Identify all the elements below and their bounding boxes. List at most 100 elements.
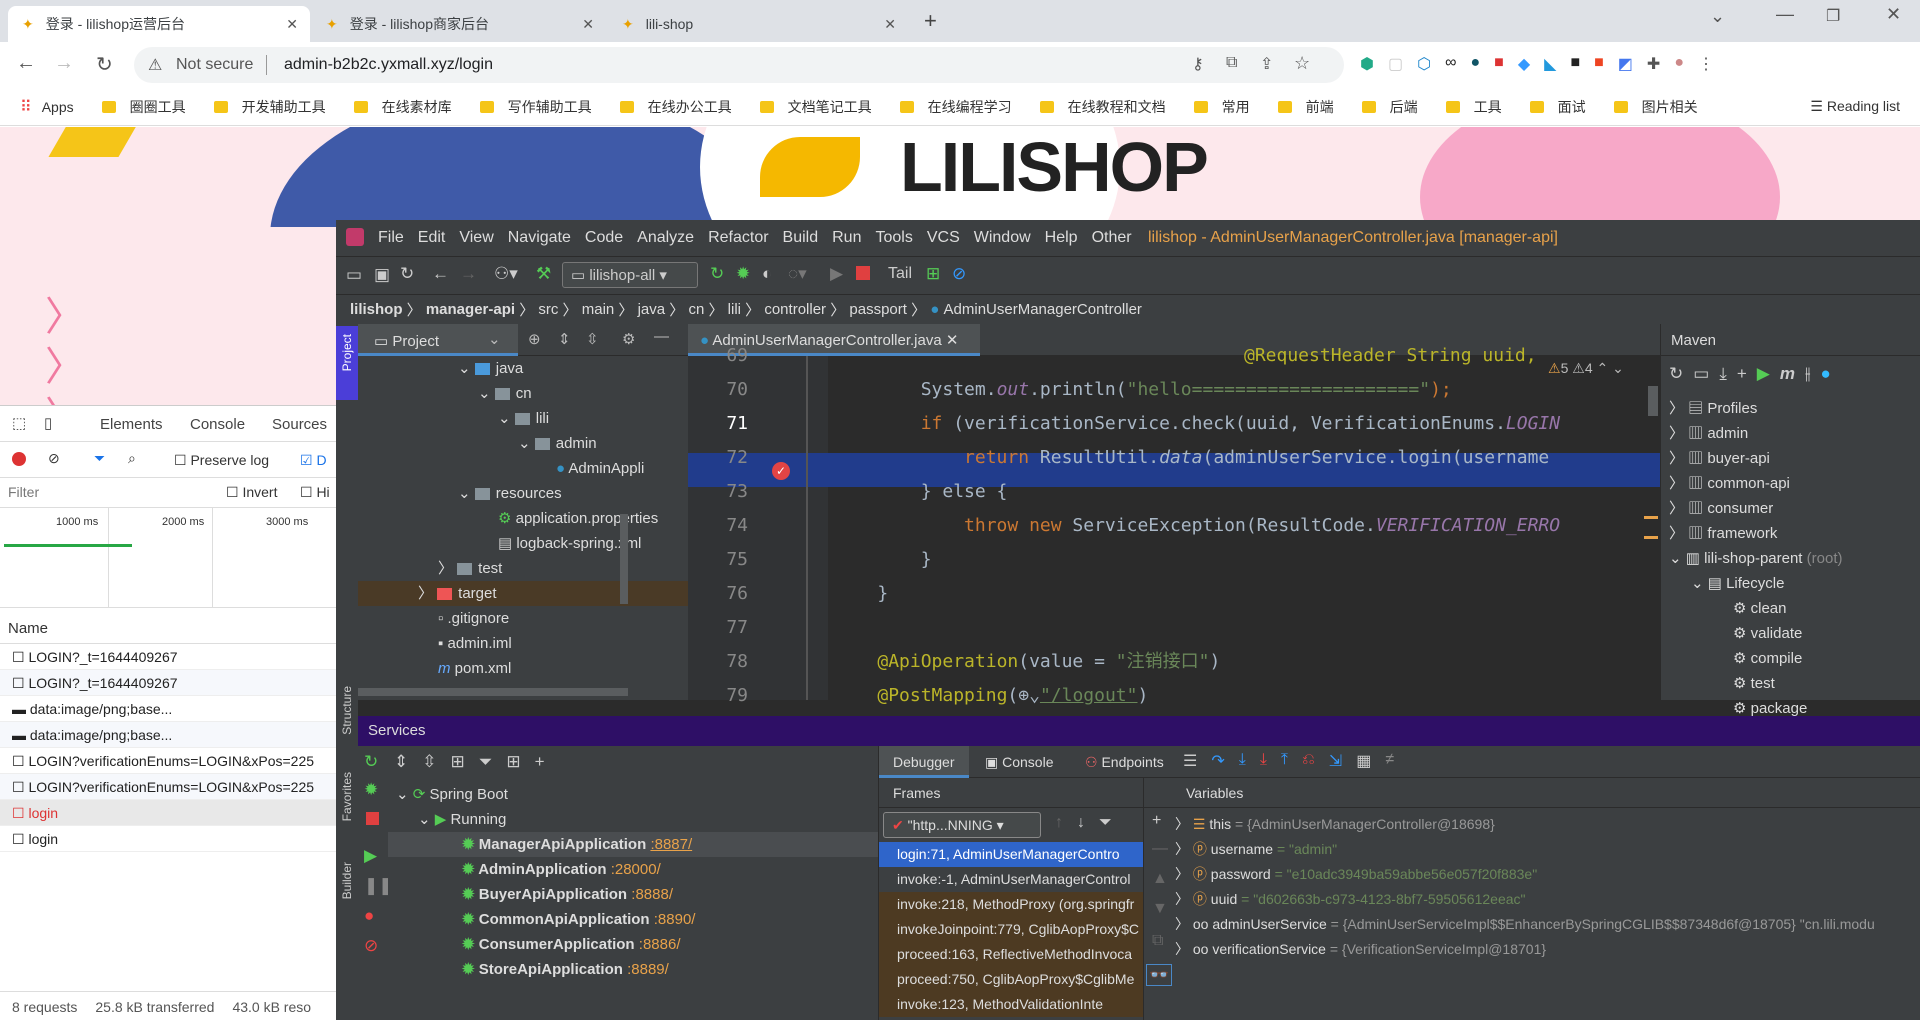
browser-tab[interactable]: ✦ 登录 - lilishop商家后台 ✕ [312,6,606,42]
tree-node[interactable]: ⚙ application.properties [358,506,688,531]
bookmark-folder[interactable]: 在线素材库 [353,97,452,117]
request-row[interactable]: ☐ LOGIN?verificationEnums=LOGIN&xPos=225 [0,748,336,774]
request-row[interactable]: ▬ data:image/png;base... [0,722,336,748]
translate-icon[interactable]: ⧉ [1226,54,1237,72]
bookmark-folder[interactable]: 圈圈工具 [101,97,186,117]
frame-row[interactable]: invoke:123, MethodValidationInte [879,992,1143,1017]
menu-navigate[interactable]: Navigate [508,229,571,247]
tab-sources[interactable]: Sources [272,416,327,433]
drop-frame-icon[interactable]: ⎌ [1302,751,1315,771]
profile-icon[interactable]: ◌▾ [788,264,807,284]
browser-tab[interactable]: ✦ 登录 - lilishop运营后台 ✕ [8,6,310,42]
service-app[interactable]: ✹ CommonApiApplication :8890/ [388,907,878,932]
maven-goal[interactable]: ⚙ validate [1661,621,1920,646]
run-config-select[interactable]: ▭ lilishop-all ▾ [562,262,698,288]
collapse-icon[interactable]: ⇳ [422,752,436,772]
crumb[interactable]: AdminUserManagerController [944,301,1142,318]
locate-icon[interactable]: ⊕ [528,330,541,348]
frame-row[interactable]: invoke:218, MethodProxy (org.springfr [879,892,1143,917]
service-app[interactable]: ✹ ManagerApiApplication :8887/ [388,832,878,857]
vcs-icon[interactable]: ⚇▾ [494,264,518,284]
preserve-log[interactable]: ☐ Preserve log [174,452,269,469]
toggle-icon[interactable]: ⫲ [1805,364,1811,384]
group-icon[interactable]: ⊞ [451,752,465,772]
maven-goal[interactable]: ⚙ compile [1661,646,1920,671]
scrollbar[interactable] [1648,386,1658,416]
request-row[interactable]: ☐ LOGIN?_t=1644409267 [0,644,336,670]
tab-console[interactable]: ▣ Console [985,754,1054,771]
frame-row[interactable]: proceed:163, ReflectiveMethodInvoca [879,942,1143,967]
extension-icon[interactable]: ◩ [1618,54,1633,74]
menu-code[interactable]: Code [585,229,623,247]
forward-icon[interactable]: → [54,52,74,75]
sync-icon[interactable]: ↻ [400,264,414,284]
collapse-icon[interactable]: ⇳ [586,330,599,348]
record-icon[interactable] [12,452,26,466]
reload-icon[interactable]: ↻ [1669,364,1683,384]
service-app[interactable]: ✹ AdminApplication :28000/ [388,857,878,882]
gear-icon[interactable]: ⚙ [622,330,635,348]
globe-icon[interactable]: ⊕⌄ [1018,685,1040,706]
extension-icon[interactable]: ● [1470,54,1480,74]
disable-cache-checkbox[interactable]: ☑ D [300,452,327,469]
browser-tab[interactable]: ✦ lili-shop ✕ [608,6,908,42]
favorites-tool-button[interactable]: Favorites [340,772,354,821]
menu-file[interactable]: File [378,229,404,247]
reading-list[interactable]: ☰ Reading list [1810,98,1900,115]
maven-node[interactable]: ⌄ ▥ lili-shop-parent (root) [1661,546,1920,571]
port-link[interactable]: :8888/ [631,886,673,903]
name-column-header[interactable]: Name [0,608,336,644]
crumb[interactable]: controller [764,301,826,318]
star-icon[interactable]: ☆ [1294,53,1310,74]
tree-node[interactable]: ● AdminAppli [358,456,688,481]
maximize-button[interactable]: ❐ [1826,6,1840,26]
debug-icon[interactable]: ✹ [364,780,378,800]
extension-icon[interactable]: ∞ [1445,54,1456,74]
maven-node[interactable]: 〉 ▥ buyer-api [1661,446,1920,471]
menu-vcs[interactable]: VCS [927,229,960,247]
crumb[interactable]: lilishop [350,301,403,318]
back-icon[interactable]: ← [16,52,36,75]
structure-tool-button[interactable]: Structure [340,686,354,735]
crumb[interactable]: lili [728,301,741,318]
tree-node[interactable]: ▪ admin.iml [358,631,688,656]
add-icon[interactable]: + [1737,364,1747,384]
search-icon[interactable]: ⌕ [128,450,136,467]
breakpoint-icon[interactable]: ✓ [772,462,790,480]
variable-row[interactable]: 〉 ⓟ username = "admin" [1175,837,1920,862]
close-window-button[interactable]: ✕ [1886,4,1901,25]
maven-goal[interactable]: ⚙ test [1661,671,1920,696]
bookmark-folder[interactable]: 在线办公工具 [619,97,732,117]
tree-node[interactable]: ⌄ ⟳ Spring Boot [388,782,878,807]
step-out-icon[interactable]: ⤒ [1281,751,1288,771]
maven-node[interactable]: 〉 ▥ framework [1661,521,1920,546]
new-tab-icon[interactable]: ⊞ [506,752,520,772]
address-bar[interactable]: ⚠ Not secure admin-b2b2c.yxmall.xyz/logi… [134,47,1344,83]
remove-icon[interactable]: — [1152,840,1168,858]
hide-checkbox[interactable]: ☐ Hi [300,484,330,501]
maven-node[interactable]: 〉 ▥ admin [1661,421,1920,446]
menu-help[interactable]: Help [1045,229,1078,247]
tree-node[interactable]: ⌄ resources [358,481,688,506]
menu-run[interactable]: Run [832,229,861,247]
minimize-button[interactable]: — [1776,4,1794,25]
tree-node[interactable]: ▫ .gitignore [358,606,688,631]
down-icon[interactable]: ↓ [1077,814,1085,832]
extension-icon[interactable]: ◆ [1518,54,1530,74]
crumb[interactable]: src [538,301,558,318]
maven-node[interactable]: 〉 ▥ consumer [1661,496,1920,521]
tab-console[interactable]: Console [190,416,245,433]
extension-icon[interactable]: ■ [1494,54,1504,74]
trace-icon[interactable]: ≠ [1385,751,1394,771]
coverage-icon[interactable]: ◐ [762,264,772,284]
filter-icon[interactable]: ⏷ [479,752,493,772]
add-icon[interactable]: + [535,752,545,772]
breakpoints-icon[interactable]: ● [364,906,374,926]
bookmark-folder[interactable]: 工具 [1445,97,1502,117]
stop-icon[interactable] [366,812,379,825]
request-row[interactable]: ▬ data:image/png;base... [0,696,336,722]
menu-build[interactable]: Build [783,229,819,247]
force-step-icon[interactable]: ⤓ [1260,751,1267,771]
inspection-widget[interactable]: ⚠5 ⚠4 ⌃ ⌄ [1548,360,1654,382]
tab-debugger[interactable]: Debugger [879,746,969,778]
